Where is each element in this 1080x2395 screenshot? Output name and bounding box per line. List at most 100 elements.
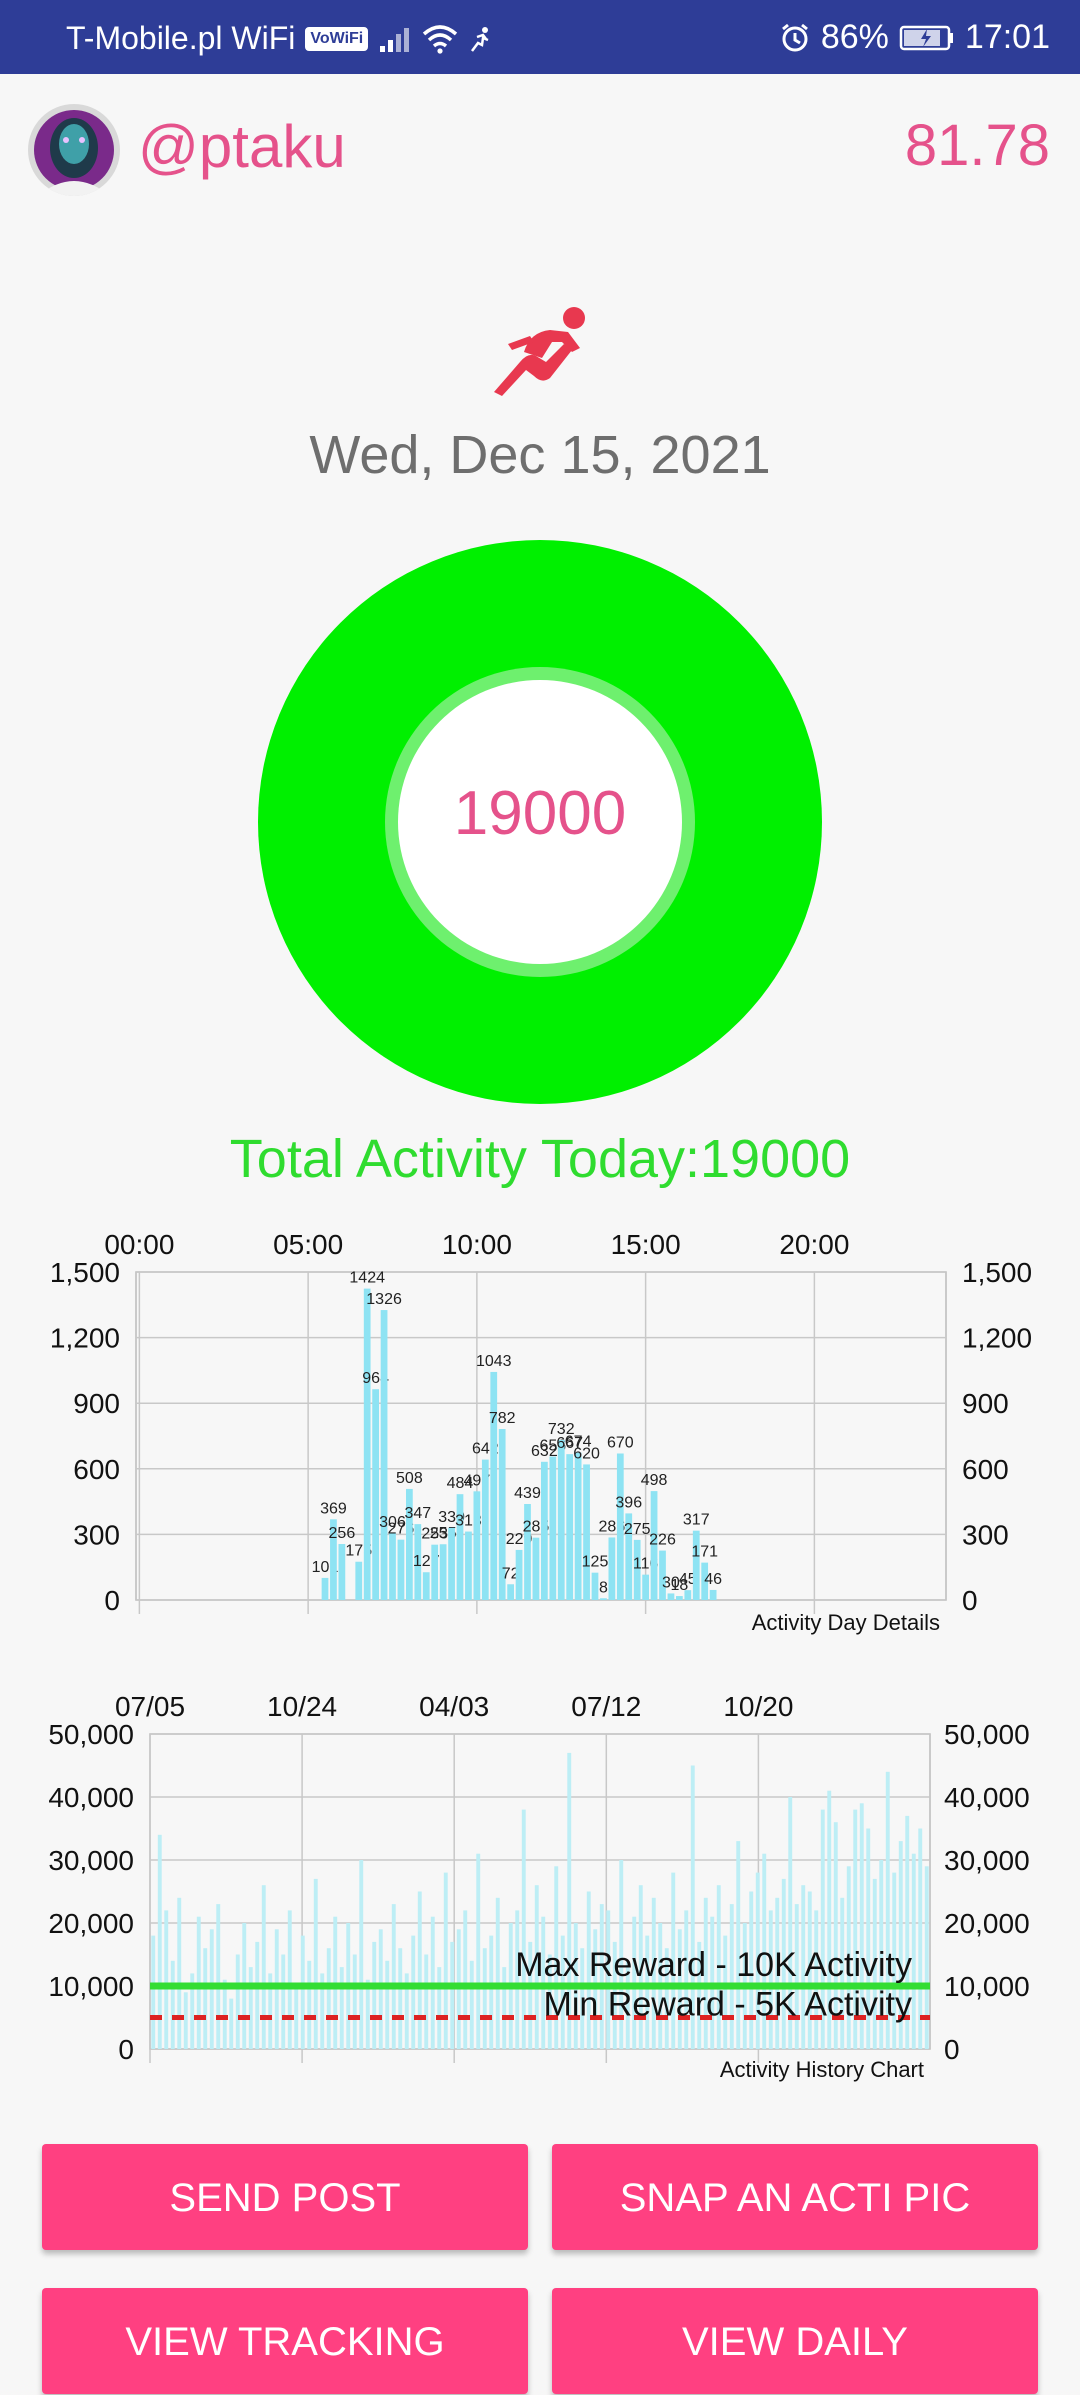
profile-header: @ptaku 81.78 (0, 74, 1080, 224)
avatar[interactable] (28, 104, 120, 196)
day-chart-data-label: 8 (599, 1579, 608, 1596)
history-chart-bar (294, 1986, 299, 2049)
ring-value: 19000 (453, 779, 627, 848)
day-chart-bar (363, 1288, 371, 1600)
history-chart-bar (372, 1941, 377, 2049)
history-chart-bar (248, 1967, 253, 2049)
history-chart-y-tick-left: 20,000 (48, 1908, 134, 1939)
day-chart-data-label: 620 (573, 1445, 600, 1462)
wifi-icon (423, 24, 458, 54)
history-chart-y-tick-left: 10,000 (48, 1971, 134, 2002)
history-chart-y-tick-left: 30,000 (48, 1845, 134, 1876)
history-chart-bar (235, 1954, 240, 2049)
day-chart-bar (431, 1544, 439, 1600)
day-chart-data-label: 317 (683, 1512, 710, 1529)
day-chart-bar (321, 1577, 329, 1600)
day-chart-bar (456, 1494, 464, 1600)
snap-pic-button[interactable]: SNAP AN ACTI PIC (552, 2144, 1038, 2250)
history-chart-bar (417, 1891, 422, 2049)
history-chart-bar (437, 1967, 442, 2049)
day-chart-bar (465, 1531, 472, 1600)
day-chart-y-tick-left: 1,200 (50, 1323, 120, 1354)
history-chart-bar (443, 1872, 448, 2049)
day-chart-y-tick-right: 300 (962, 1519, 1009, 1550)
activity-notification-icon (471, 26, 489, 52)
day-chart-bar (557, 1439, 565, 1600)
date-label: Wed, Dec 15, 2021 (309, 425, 771, 485)
history-chart-bar (398, 1948, 403, 2049)
username[interactable]: @ptaku (138, 112, 346, 181)
send-post-button[interactable]: SEND POST (42, 2144, 528, 2250)
history-chart-bar (287, 1910, 292, 2049)
status-bar: T-Mobile.pl WiFi VoWiFi 86% 17:01 (0, 0, 1080, 74)
day-chart-bar (600, 1598, 607, 1600)
history-chart-bar (521, 1809, 526, 2049)
view-tracking-button[interactable]: VIEW TRACKING (42, 2288, 528, 2394)
day-chart-x-tick: 10:00 (442, 1229, 512, 1260)
history-chart-x-tick: 10/20 (723, 1691, 793, 1722)
day-chart-bar (616, 1453, 624, 1600)
day-chart-x-tick: 20:00 (779, 1229, 849, 1260)
history-chart-bar (229, 1998, 234, 2049)
day-chart-bar (490, 1371, 498, 1600)
day-chart-data-label: 256 (329, 1525, 356, 1542)
history-chart-bar (281, 1954, 286, 2049)
history-chart-y-tick-left: 50,000 (48, 1719, 134, 1750)
history-chart-bar (326, 1948, 331, 2049)
day-chart-y-tick-left: 1,500 (50, 1257, 120, 1288)
history-chart-y-tick-right: 20,000 (944, 1908, 1030, 1939)
day-chart-data-label: 782 (489, 1410, 516, 1427)
day-chart-bar (372, 1389, 379, 1600)
day-chart-svg: 0 0 300 300 600 600 900 900 1,200 1,200 1,500 1,500… (50, 1229, 1032, 1635)
history-chart-bar (424, 1954, 429, 2049)
day-chart-data-label: 347 (404, 1505, 431, 1522)
history-chart-y-tick-left: 40,000 (48, 1782, 134, 1813)
history-chart-bar (924, 1866, 929, 2049)
history-chart-bar (177, 1897, 182, 2049)
score-value: 81.78 (904, 113, 1050, 178)
alarm-icon (781, 23, 808, 51)
history-chart-bar (170, 1960, 175, 2049)
history-chart-description: Activity History Chart (720, 2057, 924, 2082)
total-activity-label: Total Activity Today:19000 (229, 1129, 851, 1189)
avatar-image (28, 104, 120, 196)
history-chart: 0 0 10,000 10,000 20,000 20,000 30,000 30,000 40… (0, 1664, 1080, 2094)
day-chart-y-tick-left: 900 (73, 1388, 120, 1419)
day-chart-data-label: 1043 (476, 1353, 512, 1370)
day-chart-y-tick-left: 300 (73, 1519, 120, 1550)
history-chart-x-tick: 07/05 (115, 1691, 185, 1722)
day-chart-bar (389, 1533, 396, 1600)
history-chart-reference-label: Min Reward - 5K Activity (544, 1986, 912, 2024)
day-chart-bar (448, 1527, 455, 1600)
runner-icon (494, 307, 585, 396)
status-bar-left: T-Mobile.pl WiFi VoWiFi (66, 20, 494, 57)
history-chart-bar (469, 1960, 474, 2049)
history-chart-x-tick: 07/12 (571, 1691, 641, 1722)
history-chart-x-tick: 10/24 (267, 1691, 337, 1722)
day-chart-x-tick: 00:00 (104, 1229, 174, 1260)
history-chart-svg: 0 0 10,000 10,000 20,000 20,000 30,000 30,000 40… (48, 1691, 1030, 2082)
day-chart-bar (608, 1537, 616, 1600)
day-chart-bar (692, 1530, 700, 1600)
history-chart-bar (222, 1979, 227, 2049)
history-chart-y-tick-left: 0 (118, 2034, 134, 2065)
history-chart-bar (476, 1853, 481, 2049)
battery-percent: 86% (820, 18, 889, 56)
history-chart-y-tick-right: 40,000 (944, 1782, 1030, 1813)
history-chart-bar (385, 1960, 390, 2049)
view-daily-button[interactable]: VIEW DAILY (552, 2288, 1038, 2394)
day-chart-data-label: 171 (691, 1544, 718, 1561)
day-chart-bar (355, 1561, 363, 1600)
history-chart-bar (216, 1904, 221, 2049)
day-chart-y-tick-left: 0 (104, 1585, 120, 1616)
day-chart-bar (507, 1584, 514, 1600)
history-chart-bar (164, 1910, 169, 2049)
day-chart: 0 0 300 300 600 600 900 900 1,200 1,200 1,500 1,500… (0, 1210, 1080, 1640)
day-chart-data-label: 46 (704, 1571, 722, 1588)
day-chart-bar (574, 1452, 582, 1600)
history-chart-bar (352, 1954, 357, 2049)
day-chart-data-label: 226 (649, 1532, 676, 1549)
day-chart-bar (642, 1574, 649, 1600)
history-chart-bar (313, 1878, 318, 2049)
day-chart-bar (541, 1461, 548, 1600)
